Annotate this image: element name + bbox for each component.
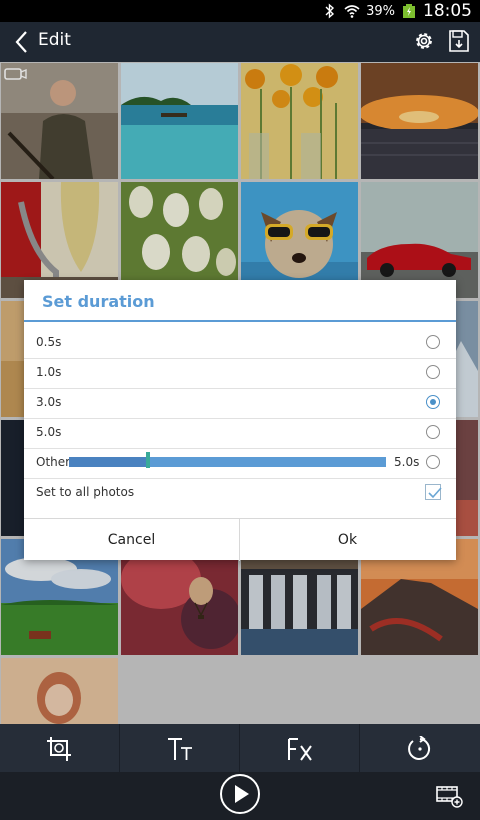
text-button[interactable] xyxy=(120,724,240,772)
wifi-icon xyxy=(344,5,360,18)
ok-button[interactable]: Ok xyxy=(240,519,455,561)
set-duration-dialog: Set duration 0.5s 1.0s 3.0s 5.0s Other 5… xyxy=(24,280,456,561)
app-toolbar: Edit xyxy=(0,22,480,62)
other-option-label: Other xyxy=(36,455,71,469)
set-to-all-photos-checkbox[interactable] xyxy=(425,484,442,500)
play-button-icon[interactable] xyxy=(219,773,261,815)
dialog-title-divider xyxy=(24,320,456,322)
status-icons: 39% 18:05 xyxy=(322,0,472,22)
duration-slider-value: 5.0s xyxy=(394,455,420,469)
duration-option-label: 3.0s xyxy=(36,395,62,409)
duration-radio-other[interactable] xyxy=(426,455,440,469)
page-title: Edit xyxy=(38,30,71,50)
add-clip-icon[interactable] xyxy=(436,784,464,808)
duration-slider-thumb[interactable] xyxy=(146,452,150,468)
crop-button[interactable] xyxy=(0,724,120,772)
crop-icon xyxy=(47,737,71,761)
duration-radio-1-0s[interactable] xyxy=(426,365,440,379)
duration-option-3-0s[interactable]: 3.0s xyxy=(24,388,456,419)
checkmark-icon xyxy=(428,487,442,499)
duration-option-5-0s[interactable]: 5.0s xyxy=(24,418,456,449)
duration-slider-fill xyxy=(69,457,148,467)
back-arrow-icon[interactable] xyxy=(12,29,34,55)
fx-icon xyxy=(288,738,312,761)
duration-option-label: 1.0s xyxy=(36,365,62,379)
save-icon[interactable] xyxy=(448,29,470,53)
duration-option-label: 0.5s xyxy=(36,335,62,349)
rotate-icon xyxy=(408,736,431,760)
duration-option-other[interactable]: Other 5.0s xyxy=(24,448,456,479)
duration-radio-0-5s[interactable] xyxy=(426,335,440,349)
duration-option-label: 5.0s xyxy=(36,425,62,439)
edit-tools-bar xyxy=(0,724,480,772)
set-to-all-photos-row[interactable]: Set to all photos xyxy=(24,478,456,508)
text-icon xyxy=(168,738,192,760)
cancel-button[interactable]: Cancel xyxy=(24,519,240,561)
duration-option-0-5s[interactable]: 0.5s xyxy=(24,328,456,359)
status-bar: 39% 18:05 xyxy=(0,0,480,22)
settings-gear-icon[interactable] xyxy=(412,29,436,53)
duration-radio-3-0s[interactable] xyxy=(426,395,440,409)
battery-percentage: 39% xyxy=(366,3,395,19)
duration-radio-5-0s[interactable] xyxy=(426,425,440,439)
set-to-all-photos-label: Set to all photos xyxy=(36,485,135,499)
duration-option-1-0s[interactable]: 1.0s xyxy=(24,358,456,389)
rotate-button[interactable] xyxy=(360,724,479,772)
status-time: 18:05 xyxy=(423,1,472,21)
battery-icon xyxy=(403,4,415,18)
bluetooth-icon xyxy=(325,3,335,19)
dialog-title: Set duration xyxy=(42,292,155,311)
dialog-buttons: Cancel Ok xyxy=(24,518,456,561)
effects-button[interactable] xyxy=(240,724,360,772)
